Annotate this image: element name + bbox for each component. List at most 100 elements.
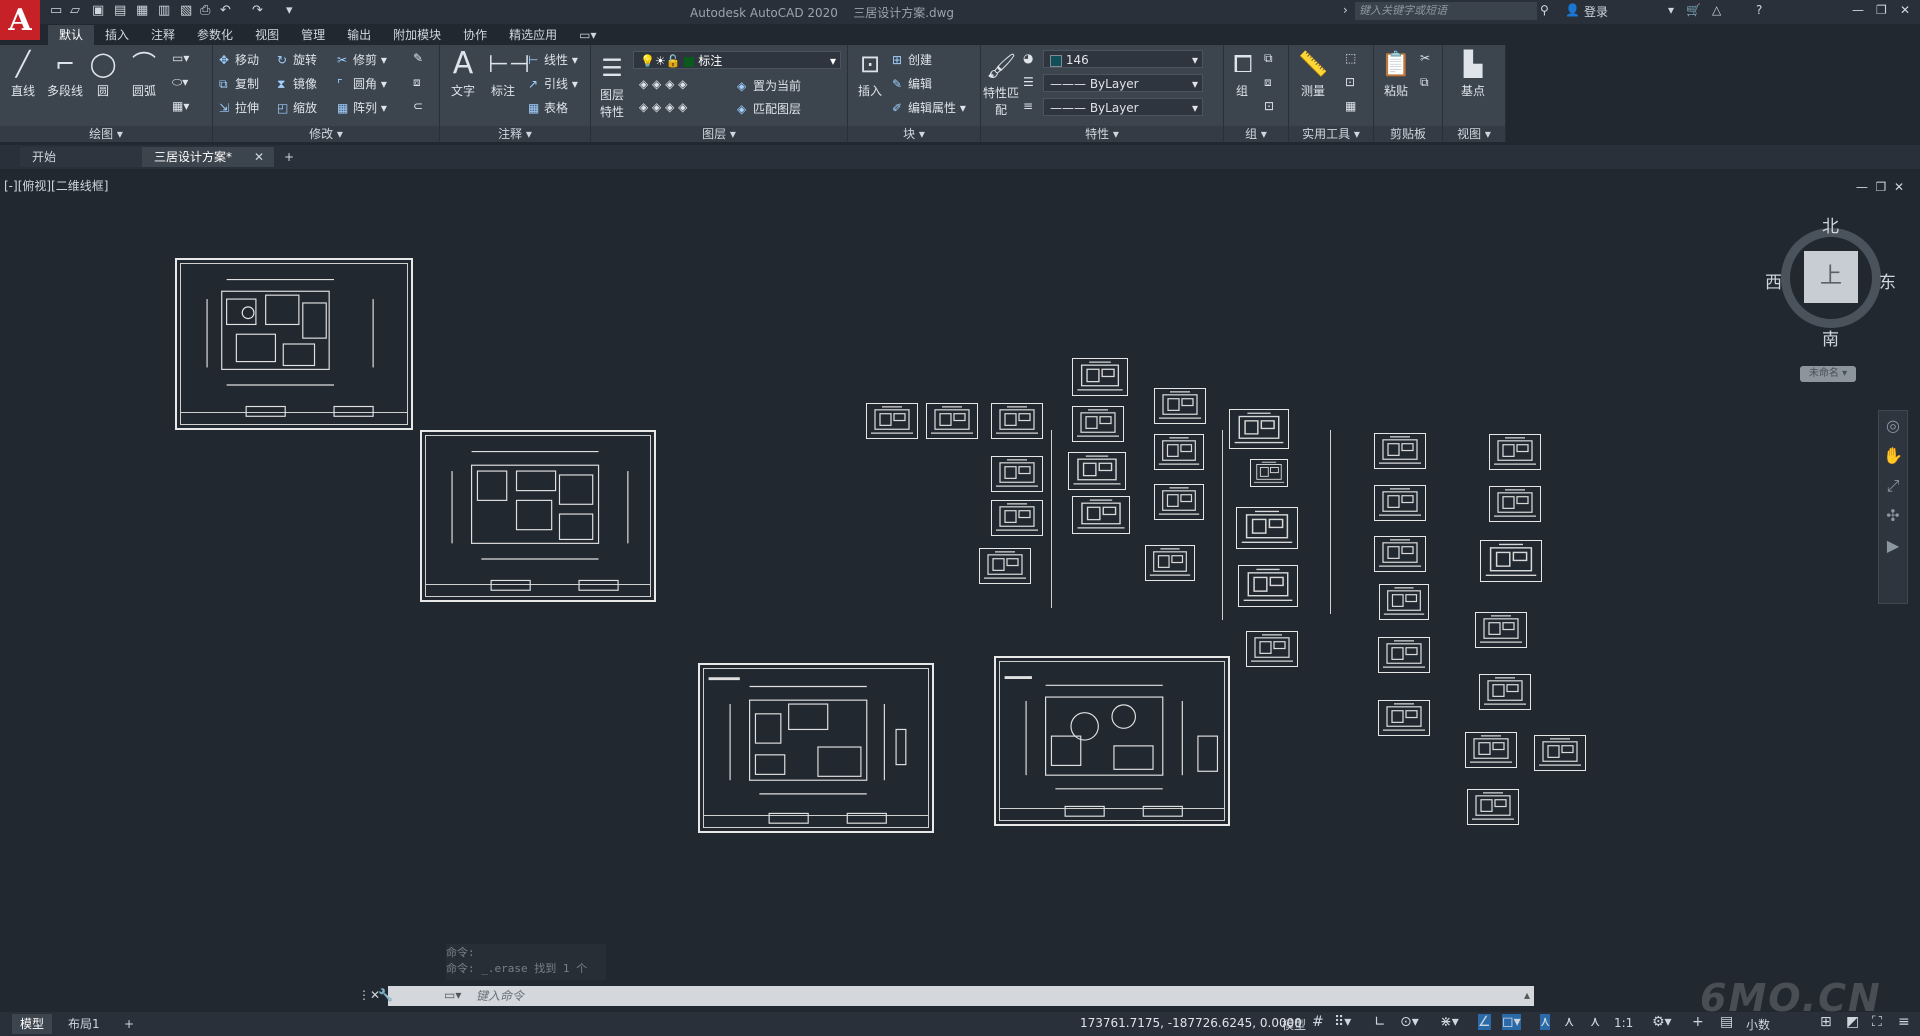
drawing-sheet[interactable] xyxy=(420,430,656,602)
layout1-tab[interactable]: 布局1 xyxy=(60,1014,108,1034)
polyline-button[interactable]: ⌐ 多段线 xyxy=(42,49,88,99)
elevation-thumbnail[interactable] xyxy=(1489,434,1541,470)
isodraft-icon[interactable]: ⋇▾ xyxy=(1440,1014,1459,1030)
user-icon[interactable]: 👤 xyxy=(1565,3,1580,17)
lineweight-dropdown[interactable]: ——— ByLayer ▾ xyxy=(1043,98,1203,116)
group-edit-icon[interactable]: ⧈ xyxy=(1264,75,1272,90)
add-layout-button[interactable]: + xyxy=(116,1014,142,1034)
publish-icon[interactable]: ▥ xyxy=(158,3,170,18)
drawing-sheet[interactable] xyxy=(994,656,1230,826)
viewport-minimize-icon[interactable]: — xyxy=(1856,180,1868,194)
text-button[interactable]: A 文字 xyxy=(444,49,482,99)
command-expand-icon[interactable]: ▴ xyxy=(1524,988,1530,1002)
elevation-thumbnail[interactable] xyxy=(1374,536,1426,572)
measure-button[interactable]: 📏 测量 xyxy=(1293,49,1333,99)
stretch-button[interactable]: ⇲ 拉伸 xyxy=(219,99,259,116)
elevation-thumbnail[interactable] xyxy=(866,403,918,439)
circle-button[interactable]: ◯ 圆 xyxy=(88,49,118,99)
group-button[interactable]: ⧠ 组 xyxy=(1228,49,1256,99)
elevation-thumbnail[interactable] xyxy=(1072,406,1124,442)
panel-annotation-label[interactable]: 注释 ▾ xyxy=(440,126,590,142)
match-properties-button[interactable]: 🖌 特性匹配 xyxy=(983,51,1019,118)
elevation-thumbnail[interactable] xyxy=(1378,637,1430,673)
login-dropdown-icon[interactable]: ▾ xyxy=(1668,3,1674,17)
open-file-icon[interactable]: ▱ xyxy=(70,3,80,18)
save-as-icon[interactable]: ▤ xyxy=(114,3,126,18)
copy-button[interactable]: ⧉ 复制 xyxy=(219,75,259,92)
zoom-extents-icon[interactable]: ⤢ xyxy=(1879,471,1907,501)
elevation-thumbnail[interactable] xyxy=(1374,433,1426,469)
rectangle-icon[interactable]: ▭▾ xyxy=(172,51,189,65)
polar-icon[interactable]: ⊙▾ xyxy=(1400,1014,1419,1030)
panel-layers-label[interactable]: 图层 ▾ xyxy=(591,126,847,142)
elevation-thumbnail[interactable] xyxy=(1374,485,1426,521)
qat-dropdown-icon[interactable]: ▾ xyxy=(286,3,293,18)
autodesk-icon[interactable]: △ xyxy=(1712,3,1721,17)
linetype-dropdown[interactable]: ——— ByLayer ▾ xyxy=(1043,74,1203,92)
print-icon[interactable]: ⎙ xyxy=(200,3,210,18)
snap-icon[interactable]: ⠿▾ xyxy=(1334,1014,1351,1030)
base-view-button[interactable]: ▙ 基点 xyxy=(1453,49,1493,99)
group-select-icon[interactable]: ⊡ xyxy=(1264,99,1274,113)
panel-clipboard-label[interactable]: 剪贴板 xyxy=(1374,126,1442,142)
insert-button[interactable]: ⊡ 插入 xyxy=(852,49,888,99)
annotation-visibility-icon[interactable]: ⋏ xyxy=(1540,1014,1551,1030)
ungroup-icon[interactable]: ⧉ xyxy=(1264,51,1273,66)
viewport-label[interactable]: [-][俯视][二维线框] xyxy=(4,177,108,194)
move-button[interactable]: ✥ 移动 xyxy=(219,51,259,68)
binoculars-icon[interactable]: ⚲ xyxy=(1540,3,1549,17)
set-current-button[interactable]: ◈ 置为当前 xyxy=(737,77,801,94)
plot-icon[interactable]: ▦ xyxy=(136,3,148,18)
pan-icon[interactable]: ✋ xyxy=(1879,441,1907,471)
viewcube-top-face[interactable]: 上 xyxy=(1804,251,1858,303)
color-wheel-icon[interactable]: ◕ xyxy=(1023,51,1033,65)
viewport-restore-icon[interactable]: ❐ xyxy=(1876,180,1887,194)
tab-view[interactable]: 视图 xyxy=(244,25,290,45)
elevation-thumbnail[interactable] xyxy=(1145,545,1195,581)
tab-collaborate[interactable]: 协作 xyxy=(452,25,498,45)
elevation-thumbnail[interactable] xyxy=(991,456,1043,492)
close-icon[interactable]: ✕ xyxy=(1900,3,1910,17)
match-layer-button[interactable]: ◈ 匹配图层 xyxy=(737,100,801,117)
elevation-thumbnail[interactable] xyxy=(1480,540,1542,582)
ortho-icon[interactable]: ∟ xyxy=(1374,1014,1386,1030)
calculator-icon[interactable]: ▦ xyxy=(1345,99,1356,113)
drawing-sheet[interactable] xyxy=(698,663,934,833)
search-expand-icon[interactable]: › xyxy=(1343,3,1348,17)
quick-select-icon[interactable]: ⬚ xyxy=(1345,51,1356,65)
panel-modify-label[interactable]: 修改 ▾ xyxy=(213,126,439,142)
linear-button[interactable]: ⊢ 线性 ▾ xyxy=(528,51,578,68)
arc-button[interactable]: ⌒ 圆弧 xyxy=(126,49,162,99)
autocad-logo[interactable]: A xyxy=(0,0,40,40)
close-tab-icon[interactable]: ✕ xyxy=(242,147,264,167)
layer-properties-button[interactable]: ☰ 图层特性 xyxy=(595,53,629,120)
elevation-thumbnail[interactable] xyxy=(1229,409,1289,449)
elevation-thumbnail[interactable] xyxy=(1154,484,1204,520)
command-prompt-icon[interactable]: ▭▾ xyxy=(444,988,461,1002)
elevation-thumbnail[interactable] xyxy=(991,500,1043,536)
panel-view-label[interactable]: 视图 ▾ xyxy=(1443,126,1505,142)
osnap-icon[interactable]: ∠ xyxy=(1478,1014,1491,1030)
panel-groups-label[interactable]: 组 ▾ xyxy=(1224,126,1288,142)
elevation-thumbnail[interactable] xyxy=(979,548,1031,584)
fillet-button[interactable]: ⌜ 圆角 ▾ xyxy=(337,75,387,92)
tab-manage[interactable]: 管理 xyxy=(290,25,336,45)
elevation-thumbnail[interactable] xyxy=(1246,631,1298,667)
command-line-grip-icon[interactable]: ⋮✕ xyxy=(358,988,380,1002)
cut-icon[interactable]: ✂ xyxy=(1420,51,1430,65)
login-button[interactable]: 登录 xyxy=(1584,3,1608,20)
elevation-thumbnail[interactable] xyxy=(1236,507,1298,549)
coordinates-readout[interactable]: 173761.7175, -187726.6245, 0.0000 xyxy=(1080,1016,1302,1030)
elevation-thumbnail[interactable] xyxy=(1072,358,1128,396)
undo-icon[interactable]: ↶ xyxy=(220,3,231,18)
annotation-scale-icon[interactable]: ⋏ xyxy=(1590,1014,1600,1030)
layer-dropdown[interactable]: 💡☀🔓 标注 ▾ xyxy=(633,51,841,69)
array-button[interactable]: ▦ 阵列 ▾ xyxy=(337,99,387,116)
cart-icon[interactable]: 🛒 xyxy=(1686,3,1701,17)
create-block-button[interactable]: ⊞ 创建 xyxy=(892,51,932,68)
minimize-icon[interactable]: — xyxy=(1852,3,1864,17)
add-tab-button[interactable]: + xyxy=(272,147,294,167)
elevation-thumbnail[interactable] xyxy=(1378,700,1430,736)
erase-icon[interactable]: ✎ xyxy=(413,51,423,65)
elevation-thumbnail[interactable] xyxy=(1250,459,1288,487)
